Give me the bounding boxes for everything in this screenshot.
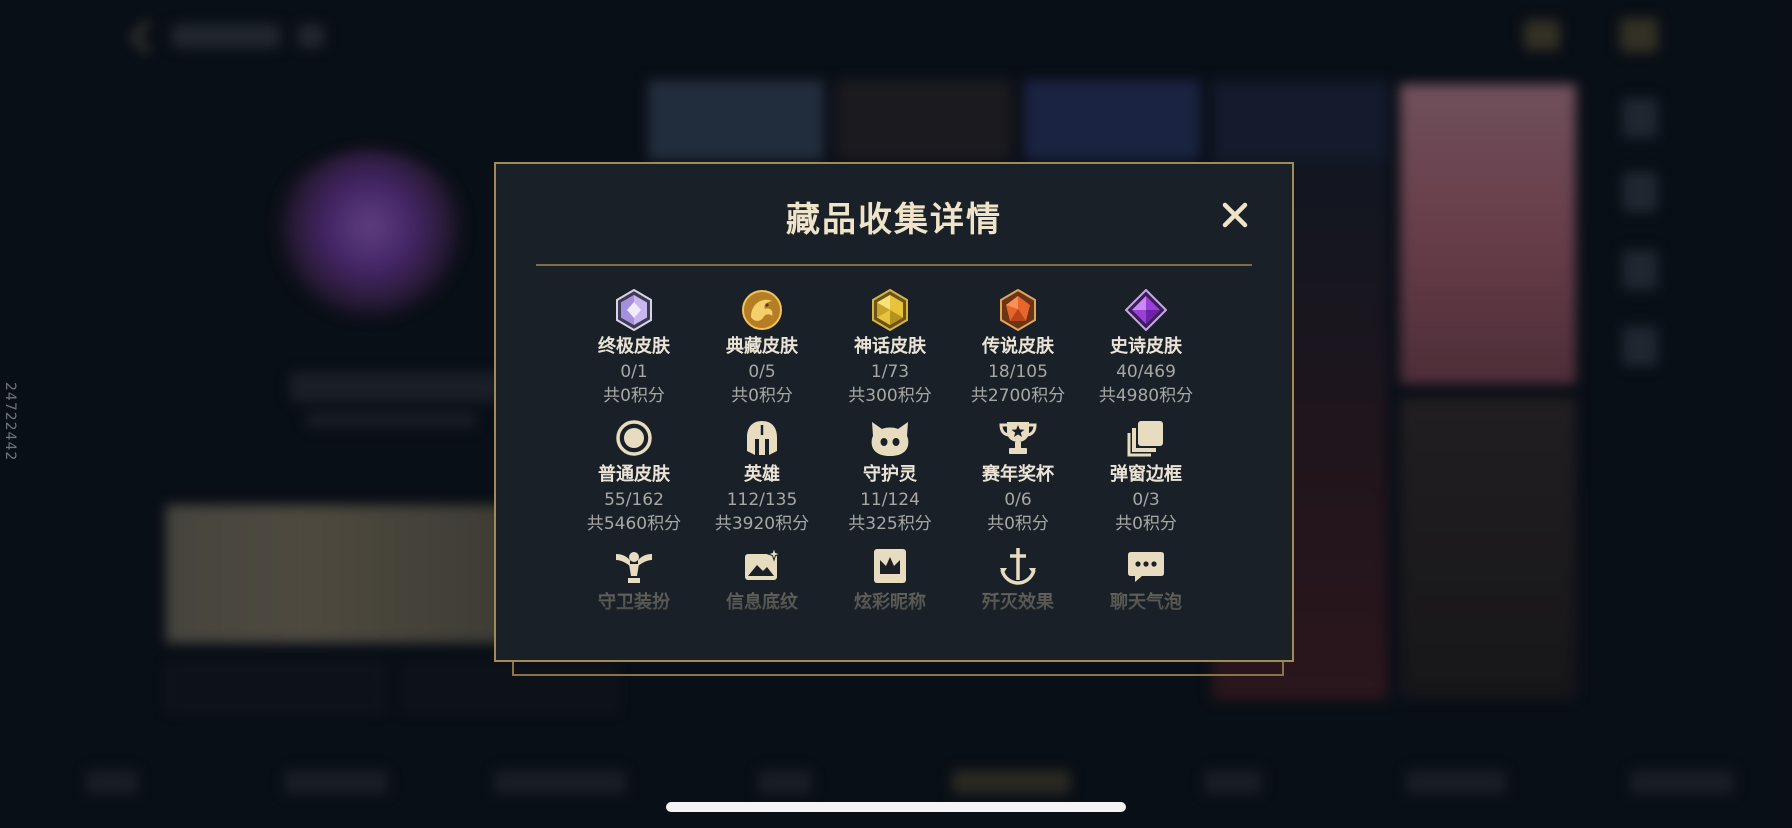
collection-item-ward-skin[interactable]: 守卫装扮 [570,544,698,672]
item-count: 0/3 [1132,490,1160,510]
item-count: 0/6 [1004,490,1032,510]
collection-row: 终极皮肤 0/1 共0积分 典藏皮肤 0/5 共0积分 神话皮肤 1/73 共3… [570,288,1210,416]
item-name: 炫彩昵称 [854,592,926,613]
item-name: 史诗皮肤 [1110,336,1182,357]
item-points: 共325积分 [848,514,932,534]
anchor-icon [996,544,1040,588]
item-count: 18/105 [988,362,1048,382]
item-count: 40/469 [1116,362,1176,382]
item-points: 共0积分 [603,386,665,406]
item-name: 守护灵 [863,464,917,485]
collection-item-ultimate-skin[interactable]: 终极皮肤 0/1 共0积分 [570,288,698,416]
mythic-gem-icon [868,288,912,332]
home-indicator[interactable] [666,802,1126,812]
collection-item-common-skin[interactable]: 普通皮肤 55/162 共5460积分 [570,416,698,544]
collection-item-legendary-skin[interactable]: 传说皮肤 18/105 共2700积分 [954,288,1082,416]
item-name: 英雄 [744,464,780,485]
item-name: 终极皮肤 [598,336,670,357]
collection-item-profile-banner[interactable]: 信息底纹 [698,544,826,672]
ultimate-gem-icon [612,288,656,332]
item-points: 共0积分 [987,514,1049,534]
frame-icon [1124,416,1168,460]
item-points: 共4980积分 [1098,386,1194,406]
pet-icon [868,416,912,460]
item-name: 神话皮肤 [854,336,926,357]
collection-row: 普通皮肤 55/162 共5460积分 英雄 112/135 共3920积分 守… [570,416,1210,544]
close-icon [1222,202,1248,228]
item-count: 0/5 [748,362,776,382]
side-id-label: 24722442 [2,382,18,462]
item-name: 传说皮肤 [982,336,1054,357]
modal-title: 藏品收集详情 [786,200,1002,240]
item-name: 信息底纹 [726,592,798,613]
collection-item-companion[interactable]: 守护灵 11/124 共325积分 [826,416,954,544]
title-divider [536,264,1252,266]
crown-card-icon [868,544,912,588]
collection-item-chat-bubble[interactable]: 聊天气泡 [1082,544,1210,672]
item-name: 聊天气泡 [1110,592,1182,613]
collection-item-prestige-skin[interactable]: 典藏皮肤 0/5 共0积分 [698,288,826,416]
item-points: 共300积分 [848,386,932,406]
item-points: 共2700积分 [970,386,1066,406]
item-count: 11/124 [860,490,920,510]
dragon-emblem-icon [740,288,784,332]
item-name: 赛年奖杯 [982,464,1054,485]
collection-item-popup-frame[interactable]: 弹窗边框 0/3 共0积分 [1082,416,1210,544]
collection-item-epic-skin[interactable]: 史诗皮肤 40/469 共4980积分 [1082,288,1210,416]
item-name: 普通皮肤 [598,464,670,485]
item-name: 弹窗边框 [1110,464,1182,485]
item-name: 守卫装扮 [598,592,670,613]
item-points: 共0积分 [731,386,793,406]
collection-item-season-trophy[interactable]: 赛年奖杯 0/6 共0积分 [954,416,1082,544]
chat-bubble-icon [1124,544,1168,588]
collection-grid: 终极皮肤 0/1 共0积分 典藏皮肤 0/5 共0积分 神话皮肤 1/73 共3… [570,288,1210,672]
item-points: 共3920积分 [714,514,810,534]
item-name: 歼灭效果 [982,592,1054,613]
item-count: 112/135 [726,490,798,510]
collection-item-kill-effect[interactable]: 歼灭效果 [954,544,1082,672]
item-count: 1/73 [870,362,910,382]
ring-icon [612,416,656,460]
collection-item-mythic-skin[interactable]: 神话皮肤 1/73 共300积分 [826,288,954,416]
collection-item-champion[interactable]: 英雄 112/135 共3920积分 [698,416,826,544]
trophy-icon [996,416,1040,460]
collection-item-colorful-nickname[interactable]: 炫彩昵称 [826,544,954,672]
item-count: 55/162 [604,490,664,510]
item-count: 0/1 [620,362,648,382]
collection-details-modal: 藏品收集详情 终极皮肤 0/1 共0积分 典藏皮肤 0/5 共0积分 神话皮肤 … [494,162,1294,662]
banner-image-icon [740,544,784,588]
item-name: 典藏皮肤 [726,336,798,357]
close-button[interactable] [1218,198,1252,232]
helmet-icon [740,416,784,460]
collection-row: 守卫装扮 信息底纹 炫彩昵称 歼灭效果 聊天气泡 [570,544,1210,672]
ward-icon [612,544,656,588]
item-points: 共5460积分 [586,514,682,534]
legendary-gem-icon [996,288,1040,332]
item-points: 共0积分 [1115,514,1177,534]
epic-gem-icon [1124,288,1168,332]
